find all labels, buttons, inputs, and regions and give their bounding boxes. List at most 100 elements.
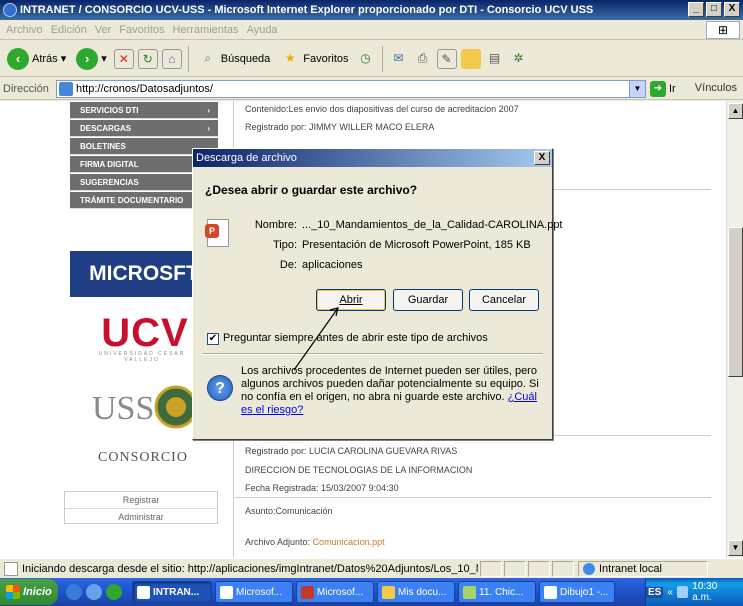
file-source: aplicaciones	[302, 259, 363, 271]
media-quicklaunch-icon[interactable]	[106, 584, 122, 600]
word-icon	[220, 585, 233, 599]
dialog-title: Descarga de archivo	[196, 152, 297, 164]
start-button[interactable]: Inicio	[0, 579, 58, 605]
menu-ayuda[interactable]: Ayuda	[247, 24, 278, 36]
language-indicator[interactable]: ES	[646, 586, 664, 598]
stop-icon[interactable]: ✕	[113, 48, 134, 69]
search-icon: ⌕	[204, 50, 212, 65]
nav-item-label: TRÁMITE DOCUMENTARIO	[80, 196, 184, 205]
menu-archivo[interactable]: Archivo	[6, 24, 43, 36]
task-label: INTRAN...	[153, 586, 200, 598]
chevron-down-icon[interactable]: ▾	[61, 52, 67, 65]
content-text: Contenido:Les envio dos diapositivas del…	[245, 104, 519, 114]
status-cell	[480, 560, 502, 577]
search-button[interactable]: ⌕ Búsqueda	[195, 47, 274, 71]
chevron-right-icon: ›	[207, 106, 210, 115]
scroll-down-icon[interactable]: ▼	[728, 540, 743, 556]
back-button[interactable]: ‹ Atrás ▾	[4, 46, 69, 72]
dialog-separator	[203, 353, 543, 355]
folder-icon[interactable]	[460, 48, 481, 69]
menu-favoritos[interactable]: Favoritos	[119, 24, 164, 36]
nav-item-descargas[interactable]: DESCARGAS ›	[70, 120, 218, 137]
ie-icon	[137, 585, 150, 599]
admin-link[interactable]: Administrar	[65, 509, 217, 525]
register-link[interactable]: Registrar	[65, 492, 217, 509]
window-title: INTRANET / CONSORCIO UCV-USS - Microsoft…	[20, 4, 594, 16]
ucv-logo[interactable]: UCV	[100, 311, 190, 356]
go-label: Ir	[669, 82, 676, 95]
intranet-zone-icon	[583, 562, 595, 575]
save-button[interactable]: Guardar	[393, 289, 463, 311]
chevron-down-icon[interactable]: ▾	[101, 52, 107, 65]
registration-date: Fecha Registrada: 15/03/2007 9:04:30	[245, 483, 399, 493]
links-button[interactable]: Vínculos	[695, 82, 737, 94]
dialog-close-button[interactable]: X	[534, 151, 550, 165]
history-icon[interactable]: ◷	[356, 49, 376, 69]
task-label: 11. Chic...	[479, 586, 524, 598]
address-label: Dirección	[3, 82, 49, 95]
edit-icon[interactable]: ✎	[436, 48, 457, 69]
taskbar-item-word[interactable]: Microsof...	[215, 581, 293, 603]
desktop-quicklaunch-icon[interactable]	[86, 584, 102, 600]
quick-launch	[66, 584, 122, 600]
back-label: Atrás	[32, 52, 58, 65]
nav-item-label: SUGERENCIAS	[80, 178, 139, 187]
ucv-subtitle: UNIVERSIDAD CÉSAR VALLEJO	[98, 351, 186, 363]
uss-logo[interactable]: USS	[92, 381, 202, 431]
system-tray: ES « 10:30 a.m.	[645, 578, 743, 606]
department: DIRECCION DE TECNOLOGIAS DE LA INFORMACI…	[245, 465, 473, 475]
always-ask-checkbox[interactable]: ✔	[207, 333, 219, 345]
warning-text: Los archivos procedentes de Internet pue…	[241, 365, 541, 417]
divider	[233, 497, 711, 498]
menu-bar: Archivo Edición Ver Favoritos Herramient…	[0, 20, 743, 40]
minimize-button[interactable]: _	[688, 2, 704, 17]
chevron-down-icon[interactable]: ▼	[629, 80, 645, 97]
refresh-icon[interactable]: ↻	[137, 48, 158, 69]
print-icon[interactable]: ⎙	[413, 49, 433, 69]
attachment-link[interactable]: Comunicacion.ppt	[313, 537, 385, 547]
go-button[interactable]: ➜ Ir	[650, 80, 676, 97]
taskbar-item-intranet[interactable]: INTRAN...	[132, 581, 212, 603]
home-icon[interactable]: ⌂	[161, 48, 182, 69]
ie-icon	[3, 3, 17, 17]
forward-button[interactable]: › ▾	[73, 46, 110, 72]
ie-quicklaunch-icon[interactable]	[66, 584, 82, 600]
menu-edicion[interactable]: Edición	[51, 24, 87, 36]
favorites-button[interactable]: ★ Favoritos	[277, 47, 351, 71]
status-cell	[504, 560, 526, 577]
address-input[interactable]: http://cronos/Datosadjuntos/ ▼	[56, 79, 646, 98]
tray-expand-icon[interactable]: «	[667, 587, 673, 598]
taskbar-item-chic[interactable]: 11. Chic...	[458, 581, 536, 603]
scroll-up-icon[interactable]: ▲	[728, 103, 743, 119]
research-icon[interactable]: ▤	[485, 49, 505, 69]
file-type: Presentación de Microsoft PowerPoint, 18…	[302, 239, 531, 251]
maximize-button[interactable]: □	[706, 2, 722, 17]
cancel-button[interactable]: Cancelar	[469, 289, 539, 311]
security-zone[interactable]: Intranet local	[578, 560, 708, 577]
messenger-icon[interactable]: ✲	[509, 49, 529, 69]
subject: Asunto:Comunicación	[245, 506, 333, 516]
menu-herramientas[interactable]: Herramientas	[173, 24, 239, 36]
menu-ver[interactable]: Ver	[95, 24, 112, 36]
toolbar-separator	[187, 45, 189, 72]
always-ask-label[interactable]: Preguntar siempre antes de abrir este ti…	[223, 332, 488, 344]
nav-item-label: DESCARGAS	[80, 124, 132, 133]
app-icon	[463, 585, 476, 599]
network-icon[interactable]	[676, 586, 689, 598]
task-label: Microsof...	[317, 586, 364, 598]
forward-arrow-icon: ›	[76, 47, 99, 70]
taskbar-item-excel[interactable]: Microsof...	[296, 581, 374, 603]
taskbar-item-documents[interactable]: Mis docu...	[377, 581, 455, 603]
zone-label: Intranet local	[599, 562, 662, 575]
status-text: Iniciando descarga desde el sitio: http:…	[22, 562, 478, 575]
nav-item-servicios[interactable]: SERVICIOS DTI ›	[70, 102, 218, 119]
toolbar-separator	[381, 45, 383, 72]
taskbar-item-dibujo[interactable]: Dibujo1 -...	[539, 581, 615, 603]
file-name: ..._10_Mandamientos_de_la_Calidad-CAROLI…	[302, 219, 563, 231]
mail-icon[interactable]: ✉	[389, 49, 409, 69]
vertical-scrollbar[interactable]: ▲ ▼	[726, 101, 743, 558]
close-button[interactable]: X	[724, 2, 740, 17]
paint-icon	[544, 585, 557, 599]
clock[interactable]: 10:30 a.m.	[692, 581, 737, 603]
scroll-thumb[interactable]	[728, 227, 743, 377]
